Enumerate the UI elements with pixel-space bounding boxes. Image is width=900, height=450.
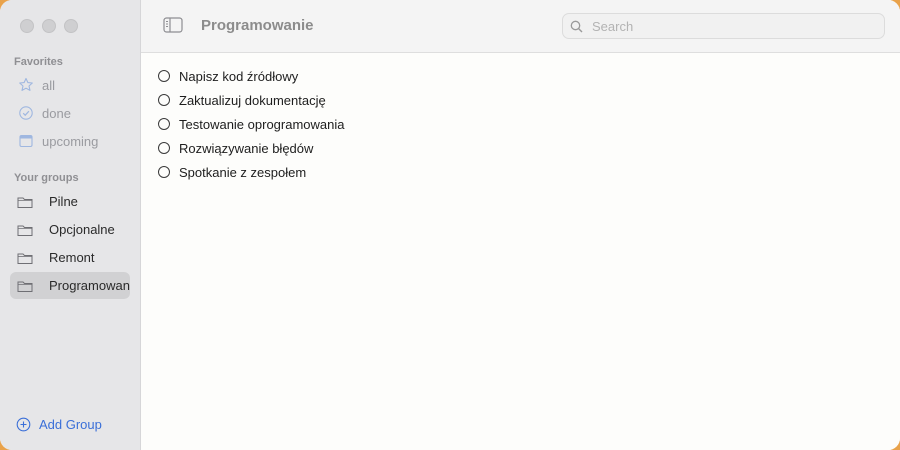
sidebar-item-done[interactable]: done <box>18 102 71 124</box>
sidebar-group-label: Opcjonalne <box>49 222 115 237</box>
task-list: Napisz kod źródłowy Zaktualizuj dokument… <box>158 64 344 184</box>
task-checkbox[interactable] <box>158 118 170 130</box>
task-label: Zaktualizuj dokumentację <box>179 92 326 108</box>
sidebar-group-opcjonalne[interactable]: Opcjonalne <box>10 216 130 243</box>
checkmark-circle-icon <box>19 106 33 120</box>
add-group-label: Add Group <box>39 417 102 432</box>
task-checkbox[interactable] <box>158 142 170 154</box>
plus-circle-icon <box>16 417 31 432</box>
folder-icon <box>17 225 33 236</box>
task-checkbox[interactable] <box>158 166 170 178</box>
sidebar: Favorites all done upcoming Your groups … <box>0 0 141 450</box>
main-content: Programowanie Napisz kod źródłowy Zaktua… <box>141 0 900 450</box>
task-label: Testowanie oprogramowania <box>179 116 345 132</box>
task-label: Spotkanie z zespołem <box>179 164 307 180</box>
task-item: Zaktualizuj dokumentację <box>158 88 344 112</box>
task-item: Spotkanie z zespołem <box>158 160 344 184</box>
folder-icon <box>17 253 33 264</box>
zoom-window-button[interactable] <box>64 19 78 33</box>
sidebar-item-upcoming[interactable]: upcoming <box>18 130 98 152</box>
task-item: Rozwiązywanie błędów <box>158 136 344 160</box>
groups-section-title: Your groups <box>14 172 79 184</box>
folder-icon <box>17 281 33 292</box>
favorites-section-title: Favorites <box>14 56 63 68</box>
task-item: Testowanie oprogramowania <box>158 112 344 136</box>
page-title: Programowanie <box>201 17 314 34</box>
sidebar-group-label: Programowanie <box>49 278 130 293</box>
sidebar-item-label: done <box>42 105 71 121</box>
sidebar-group-pilne[interactable]: Pilne <box>10 188 130 215</box>
close-window-button[interactable] <box>20 19 34 33</box>
minimize-window-button[interactable] <box>42 19 56 33</box>
search-icon <box>570 20 583 32</box>
sidebar-group-label: Pilne <box>49 194 78 209</box>
sidebar-toggle-icon[interactable] <box>163 17 183 33</box>
task-checkbox[interactable] <box>158 94 170 106</box>
calendar-icon <box>19 134 33 148</box>
folder-icon <box>17 197 33 208</box>
sidebar-item-label: all <box>42 77 56 93</box>
search-input[interactable] <box>590 17 874 35</box>
star-icon <box>19 77 33 91</box>
sidebar-group-remont[interactable]: Remont <box>10 244 130 271</box>
task-label: Rozwiązywanie błędów <box>179 140 314 156</box>
app-window: Favorites all done upcoming Your groups … <box>0 0 900 450</box>
toolbar: Programowanie <box>141 0 900 53</box>
task-checkbox[interactable] <box>158 70 170 82</box>
task-label: Napisz kod źródłowy <box>179 68 299 84</box>
add-group-button[interactable]: Add Group <box>16 417 102 432</box>
search-field[interactable] <box>562 13 885 39</box>
sidebar-item-all[interactable]: all <box>18 74 55 96</box>
sidebar-group-label: Remont <box>49 250 95 265</box>
window-controls <box>20 19 78 33</box>
task-item: Napisz kod źródłowy <box>158 64 344 88</box>
sidebar-group-programowanie[interactable]: Programowanie <box>10 272 130 299</box>
sidebar-item-label: upcoming <box>42 133 99 149</box>
